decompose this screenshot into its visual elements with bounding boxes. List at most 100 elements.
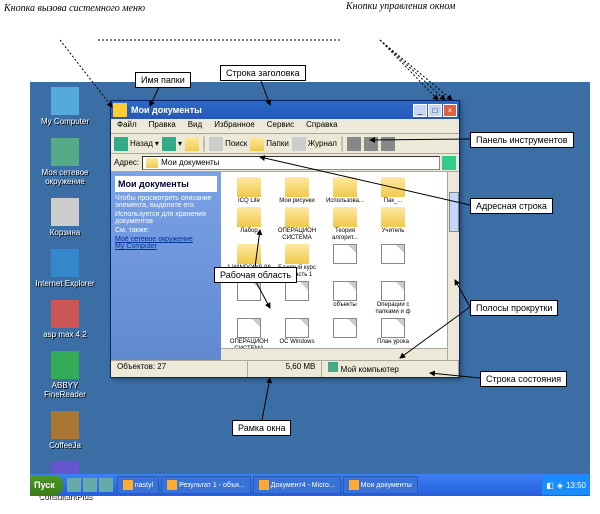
ql-icon[interactable] <box>83 478 97 492</box>
folder-icon <box>333 177 357 197</box>
vertical-scrollbar[interactable] <box>447 172 459 360</box>
menu-item[interactable]: Вид <box>182 119 208 133</box>
desktop-icon[interactable]: CoffeeJa <box>35 411 95 450</box>
history-button[interactable]: Журнал <box>292 137 337 151</box>
callout-titlebar: Строка заголовка <box>220 65 306 81</box>
taskbar-button[interactable]: Документ4 - Micro... <box>253 476 341 494</box>
tool-icon[interactable] <box>347 137 361 151</box>
folder-icon <box>237 177 261 197</box>
file-label: Пак_... <box>370 198 416 205</box>
start-button[interactable]: Пуск <box>30 475 63 495</box>
file-label: объекты <box>322 302 368 309</box>
pane-link[interactable]: My Computer <box>115 243 217 250</box>
file-item[interactable]: Мои рисунки <box>274 177 320 205</box>
taskbar-button[interactable]: nastyl <box>117 476 159 494</box>
file-icon <box>285 318 309 338</box>
file-item[interactable] <box>274 281 320 316</box>
desktop-icons: My Computer Моя сетевое окружение Корзина I… <box>35 87 95 513</box>
back-button[interactable]: Назад▾ <box>114 137 159 151</box>
menu-item[interactable]: Правка <box>143 119 182 133</box>
callout-addrbar: Адресная строка <box>470 198 553 214</box>
task-icon <box>167 480 177 490</box>
task-icon <box>259 480 269 490</box>
file-item[interactable]: Учитель <box>370 207 416 242</box>
status-size: 5,60 МВ <box>248 361 323 377</box>
folder-icon <box>333 207 357 227</box>
task-icon <box>349 480 359 490</box>
desktop-icon[interactable]: Internet Explorer <box>35 249 95 288</box>
desktop-icon[interactable]: My Computer <box>35 87 95 126</box>
file-item[interactable]: ОПЕРАЦИОН СИСТЕМА <box>274 207 320 242</box>
quick-launch <box>67 478 113 492</box>
callout-workarea: Рабочая область <box>214 267 297 283</box>
icon-label: CoffeeJa <box>35 441 95 450</box>
ql-icon[interactable] <box>67 478 81 492</box>
callout-statusbar: Строка состояния <box>480 371 567 387</box>
folder-icon <box>146 158 158 168</box>
icon-image <box>51 198 79 226</box>
file-item[interactable]: Пак_... <box>370 177 416 205</box>
menu-item[interactable]: Файл <box>111 119 143 133</box>
maximize-button[interactable]: □ <box>428 104 442 117</box>
clock: 13:50 <box>566 481 586 490</box>
window-title: Мои документы <box>131 105 412 115</box>
pane-link[interactable]: Моё сетевое окружение <box>115 236 217 243</box>
menu-item[interactable]: Сервис <box>261 119 300 133</box>
folders-button[interactable]: Папки <box>250 137 289 151</box>
menu-item[interactable]: Справка <box>300 119 343 133</box>
file-icon <box>237 318 261 338</box>
file-item[interactable] <box>322 244 368 279</box>
addr-label: Адрес: <box>114 158 139 167</box>
go-button[interactable] <box>442 156 456 170</box>
taskbar-button[interactable]: Результат 1 - объя... <box>161 476 251 494</box>
file-label: Использова... <box>322 198 368 205</box>
taskbar: Пуск nastylРезультат 1 - объя...Документ… <box>30 474 590 496</box>
horizontal-scrollbar[interactable] <box>221 348 447 360</box>
tool-icon[interactable] <box>381 137 395 151</box>
ql-icon[interactable] <box>99 478 113 492</box>
file-icon <box>333 244 357 264</box>
file-item[interactable] <box>370 244 416 279</box>
scroll-thumb[interactable] <box>449 192 459 232</box>
toolbar: Назад▾ ▾ | Поиск Папки Журнал | <box>111 134 459 154</box>
file-item[interactable]: Операции с папками и ф <box>370 281 416 316</box>
icon-image <box>51 249 79 277</box>
forward-button[interactable]: ▾ <box>162 137 182 151</box>
icon-image <box>51 87 79 115</box>
folder-icon <box>381 177 405 197</box>
desktop-icon[interactable]: Моя сетевое окружение <box>35 138 95 186</box>
address-field[interactable]: Мои документы <box>142 156 440 170</box>
tasks-pane: Мои документы Чтобы просмотреть описание… <box>111 172 221 360</box>
files-pane[interactable]: ICQ LiteМои рисункиИспользова...Пак_... Л… <box>221 172 459 360</box>
file-item[interactable]: объекты <box>322 281 368 316</box>
address-bar: Адрес: Мои документы <box>111 154 459 172</box>
file-item[interactable]: Теория алгорит... <box>322 207 368 242</box>
minimize-button[interactable]: _ <box>413 104 427 117</box>
system-tray[interactable]: ◧ ◈ 13:50 <box>542 475 590 495</box>
callout-frame: Рамка окна <box>232 420 291 436</box>
pane-text: Используется для хранения документов <box>115 211 217 225</box>
tray-icon[interactable]: ◈ <box>557 481 563 490</box>
titlebar[interactable]: Мои документы _ □ × <box>111 101 459 119</box>
close-button[interactable]: × <box>443 104 457 117</box>
folder-icon <box>285 177 309 197</box>
system-menu-icon[interactable] <box>113 103 127 117</box>
icon-image <box>51 351 79 379</box>
desktop-icon[interactable]: Корзина <box>35 198 95 237</box>
icon-label: Internet Explorer <box>35 279 95 288</box>
tool-icon[interactable] <box>364 137 378 151</box>
taskbar-button[interactable]: Мои документы <box>343 476 418 494</box>
file-item[interactable] <box>226 281 272 316</box>
up-button[interactable] <box>185 137 199 151</box>
file-item[interactable]: Лабор <box>226 207 272 242</box>
callout-toolbar: Панель инструментов <box>470 132 574 148</box>
desktop-icon[interactable]: asp max 4.2 <box>35 300 95 339</box>
search-button[interactable]: Поиск <box>209 137 247 151</box>
status-objects: Объектов: 27 <box>111 361 248 377</box>
file-item[interactable]: ICQ Lite <box>226 177 272 205</box>
menu-item[interactable]: Избранное <box>208 119 261 133</box>
desktop-icon[interactable]: ABBYY FineReader <box>35 351 95 399</box>
file-item[interactable]: Использова... <box>322 177 368 205</box>
status-bar: Объектов: 27 5,60 МВ Мой компьютер <box>111 360 459 377</box>
tray-icon[interactable]: ◧ <box>546 481 554 490</box>
